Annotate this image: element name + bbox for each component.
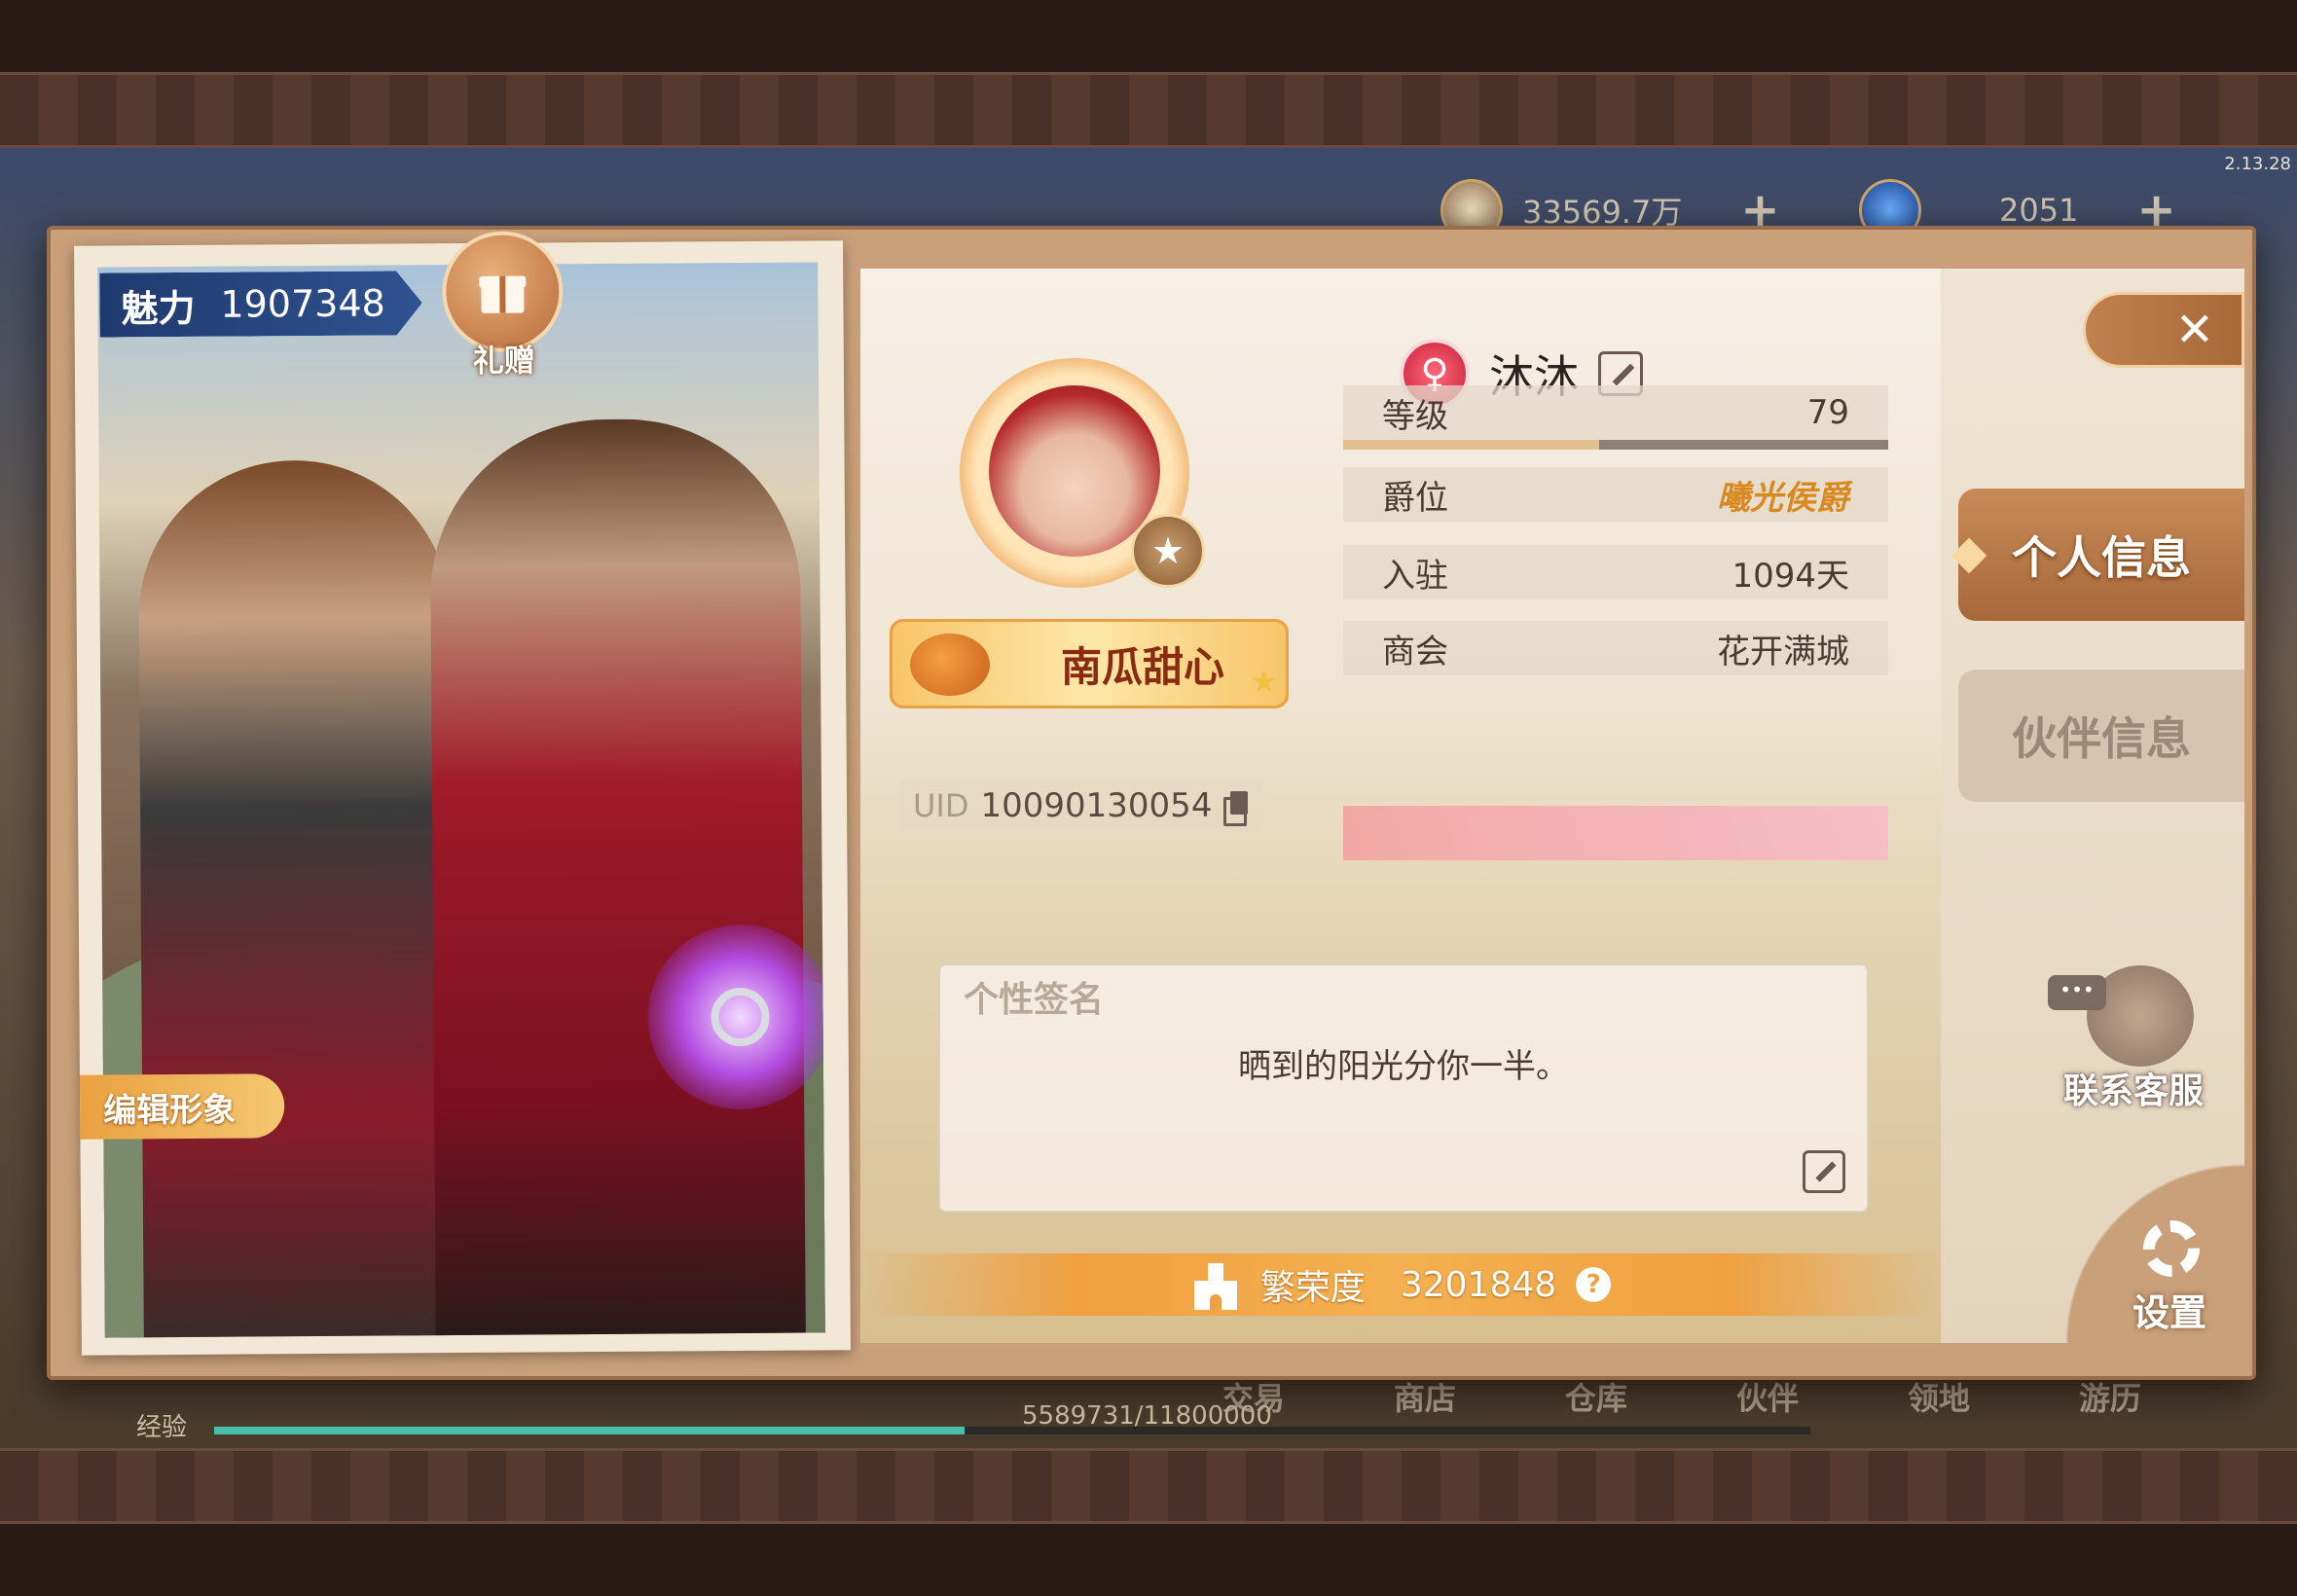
bottom-frame [0, 1524, 2297, 1596]
signature-box: 个性签名 晒到的阳光分你一半。 [938, 963, 1869, 1213]
avatar-portrait [989, 385, 1160, 557]
nav-warehouse[interactable]: 仓库 [1511, 1374, 1682, 1419]
nav-territory[interactable]: 领地 [1853, 1374, 2024, 1419]
gift-label[interactable]: 礼赠 [451, 336, 558, 381]
guild-key: 商会 [1382, 632, 1448, 671]
info-row-level: 等级 79 [1343, 385, 1888, 440]
exp-value: 5589731/11800000 [1022, 1401, 1272, 1431]
settings-label: 设置 [2132, 1290, 2206, 1334]
pink-status-bar [1343, 806, 1888, 860]
tab-personal-info[interactable]: 个人信息 [1951, 489, 2244, 621]
male-character [429, 417, 806, 1336]
level-progress-bar [1343, 440, 1888, 450]
gear-icon [2143, 1220, 2200, 1277]
guild-value[interactable]: 花开满城 [1717, 625, 1849, 672]
hud-currency-gem-value: 2051 [1999, 192, 2079, 229]
level-progress-fill [1343, 440, 1600, 450]
info-row-guild: 商会 花开满城 [1343, 621, 1888, 675]
profile-panel: 魅力 1907348 礼赠 编辑形象 ★ 南瓜甜心 ★ UID 10090130… [47, 226, 2256, 1380]
title-badge-text: 南瓜甜心 [1060, 642, 1224, 691]
help-icon[interactable]: ? [1576, 1267, 1612, 1302]
chat-bubble-icon: ••• [2048, 975, 2106, 1010]
version-label: 2.13.28 [2224, 154, 2291, 174]
close-button[interactable]: ✕ [2083, 292, 2244, 368]
nav-shop[interactable]: 商店 [1339, 1374, 1511, 1419]
signature-title: 个性签名 [964, 979, 1105, 1020]
info-row-joined: 入驻 1094天 [1343, 545, 1888, 599]
nav-travel[interactable]: 游历 [2024, 1374, 2196, 1419]
tab-partner-info[interactable]: 伙伴信息 [1958, 670, 2244, 802]
charm-value: 1907348 [220, 281, 385, 326]
star-icon: ★ [1250, 663, 1278, 700]
pumpkin-icon [910, 634, 990, 696]
prosperity-label: 繁荣度 [1259, 1268, 1366, 1308]
female-character [137, 459, 456, 1338]
tab-partner-info-label: 伙伴信息 [2012, 712, 2191, 765]
prosperity-value: 3201848 [1400, 1264, 1557, 1305]
level-value: 79 [1806, 393, 1849, 432]
uid-row: UID 10090130054 [899, 780, 1263, 831]
exp-label: 经验 [136, 1413, 188, 1442]
side-column: ✕ 个人信息 伙伴信息 ••• 联系客服 设置 [1941, 269, 2244, 1343]
character-artwork [97, 262, 825, 1338]
prosperity-bar: 繁荣度 3201848 ? [860, 1253, 1941, 1316]
castle-icon [1190, 1259, 1241, 1310]
info-area: ★ 南瓜甜心 ★ UID 10090130054 ♀ 沐沐 等级 79 爵位 曦… [860, 269, 1941, 1343]
sparkle-icon [1951, 537, 1987, 574]
uid-label: UID [913, 787, 969, 824]
bottom-nav: 交易 商店 仓库 伙伴 领地 游历 [1168, 1374, 2196, 1419]
customer-support-button[interactable]: ••• 联系客服 [2048, 965, 2219, 1111]
info-row-rank: 爵位 曦光侯爵 [1343, 467, 1888, 522]
gift-icon [479, 271, 527, 313]
settings-button[interactable]: 设置 [2106, 1213, 2233, 1334]
rank-key: 爵位 [1382, 478, 1448, 518]
star-wand-icon[interactable]: ★ [1131, 514, 1205, 588]
gift-button[interactable] [441, 231, 564, 353]
level-key: 等级 [1382, 396, 1448, 436]
charm-label: 魅力 [121, 285, 196, 330]
edit-appearance-button[interactable]: 编辑形象 [79, 1073, 285, 1140]
exp-bar [214, 1427, 1810, 1434]
tab-personal-info-label: 个人信息 [2012, 531, 2191, 584]
uid-value: 10090130054 [980, 786, 1213, 825]
ring-icon[interactable] [711, 987, 770, 1047]
close-icon: ✕ [2174, 303, 2214, 357]
edit-signature-icon[interactable] [1803, 1150, 1845, 1193]
top-frame [0, 0, 2297, 72]
nav-partner[interactable]: 伙伴 [1682, 1374, 1853, 1419]
portrait-card: 魅力 1907348 礼赠 编辑形象 [74, 231, 851, 1356]
charm-tag: 魅力 1907348 [99, 271, 422, 337]
avatar[interactable]: ★ [948, 346, 1205, 599]
copy-icon[interactable] [1223, 791, 1249, 826]
customer-support-label: 联系客服 [2062, 1070, 2204, 1111]
top-ornament-band [0, 72, 2297, 148]
title-badge[interactable]: 南瓜甜心 ★ [890, 619, 1289, 708]
signature-text: 晒到的阳光分你一半。 [1238, 1047, 1569, 1086]
bottom-ornament-band [0, 1448, 2297, 1524]
joined-value: 1094天 [1732, 556, 1849, 596]
exp-bar-fill [214, 1427, 965, 1434]
joined-key: 入驻 [1382, 556, 1448, 596]
rank-value: 曦光侯爵 [1717, 478, 1849, 518]
